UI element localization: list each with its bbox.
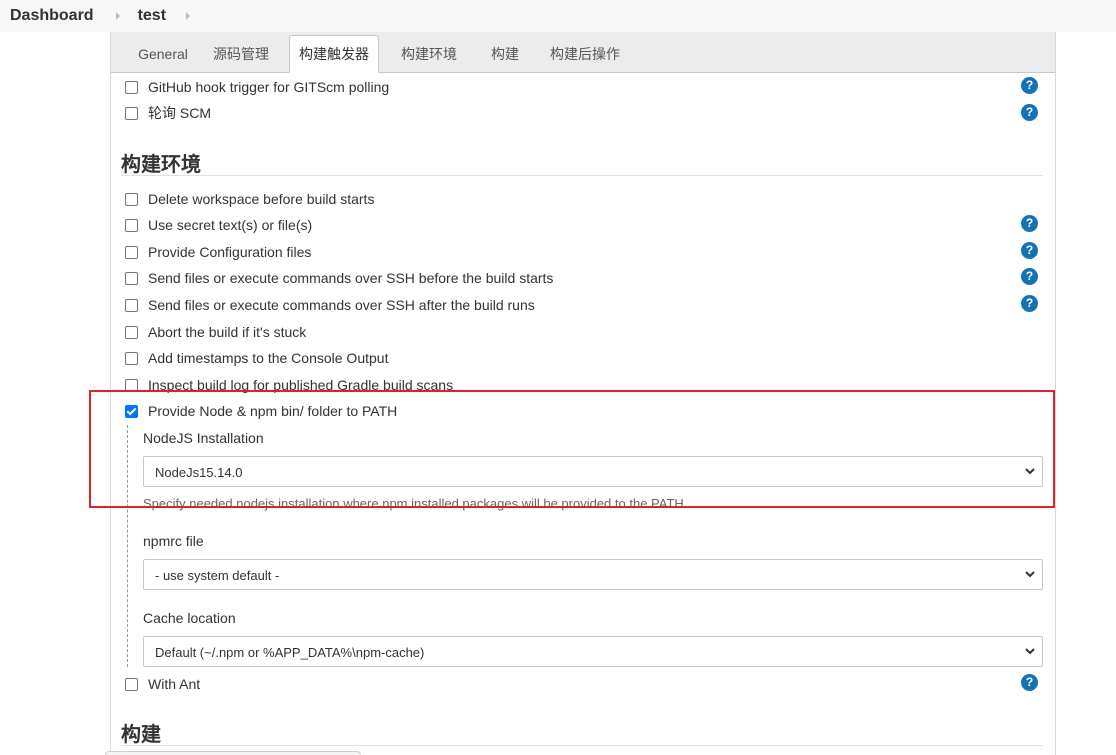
cache-location-select[interactable]: Default (~/.npm or %APP_DATA%\npm-cache) [143,636,1043,667]
option-label: Provide Configuration files [148,244,312,260]
nodejs-installation-label: NodeJS Installation [143,430,264,446]
env-option-with-ant[interactable]: With Ant [125,674,200,694]
env-option-ssh-after[interactable]: Send files or execute commands over SSH … [125,295,535,315]
nodejs-installation-select[interactable]: NodeJs15.14.0 [143,456,1043,487]
section-title-build: 构建 [121,724,161,746]
breadcrumb-separator-icon [115,12,120,20]
breadcrumb-separator-icon [186,12,191,20]
env-option-delete-workspace[interactable]: Delete workspace before build starts [125,189,374,209]
tab-source-control[interactable]: 源码管理 [203,36,279,72]
checkbox[interactable] [125,271,138,285]
section-divider [121,175,1043,176]
npmrc-file-select[interactable]: - use system default - [143,559,1043,590]
chevron-down-icon [1025,571,1035,578]
checkbox-checked[interactable] [125,404,138,418]
option-label: 轮询 SCM [148,105,211,121]
select-value: - use system default - [155,568,280,583]
breadcrumb: Dashboard test [0,0,1116,32]
env-option-timestamps[interactable]: Add timestamps to the Console Output [125,348,388,368]
chevron-down-icon [1025,648,1035,655]
checkbox[interactable] [125,325,138,339]
bottom-button-bar [105,751,361,755]
checkbox[interactable] [125,106,138,120]
select-value: Default (~/.npm or %APP_DATA%\npm-cache) [155,645,425,660]
env-option-secret-text[interactable]: Use secret text(s) or file(s) [125,215,312,235]
npmrc-file-label: npmrc file [143,533,204,549]
checkbox[interactable] [125,378,138,392]
env-option-config-files[interactable]: Provide Configuration files [125,242,311,262]
option-label: Use secret text(s) or file(s) [148,217,313,233]
section-divider [121,745,1043,746]
option-label: Inspect build log for published Gradle b… [148,377,454,393]
trigger-poll-scm[interactable]: 轮询 SCM [125,103,211,123]
option-label: Provide Node & npm bin/ folder to PATH [148,403,398,419]
help-icon[interactable]: ? [1021,77,1038,94]
env-option-abort-stuck[interactable]: Abort the build if it's stuck [125,322,306,342]
help-icon[interactable]: ? [1021,674,1038,691]
tab-build[interactable]: 构建 [475,36,535,72]
breadcrumb-dashboard[interactable]: Dashboard [10,7,94,25]
tab-build-triggers[interactable]: 构建触发器 [289,35,379,73]
trigger-github-hook[interactable]: GitHub hook trigger for GITScm polling [125,77,389,97]
chevron-down-icon [1025,468,1035,475]
option-label: Send files or execute commands over SSH … [148,270,554,286]
option-label: Send files or execute commands over SSH … [148,297,535,313]
cache-location-label: Cache location [143,610,236,626]
env-option-gradle-scans[interactable]: Inspect build log for published Gradle b… [125,375,453,395]
tab-bar: General 源码管理 构建触发器 构建环境 构建 构建后操作 [111,32,1055,73]
option-label: With Ant [148,676,201,692]
checkbox[interactable] [125,80,138,94]
config-panel: General 源码管理 构建触发器 构建环境 构建 构建后操作 GitHub … [110,32,1056,755]
option-label: Add timestamps to the Console Output [148,350,389,366]
help-icon[interactable]: ? [1021,242,1038,259]
env-option-ssh-before[interactable]: Send files or execute commands over SSH … [125,268,553,288]
tab-build-environment[interactable]: 构建环境 [389,36,469,72]
help-icon[interactable]: ? [1021,215,1038,232]
nested-config-guide [127,425,128,667]
checkbox[interactable] [125,298,138,312]
env-option-provide-node[interactable]: Provide Node & npm bin/ folder to PATH [125,401,397,421]
option-label: Delete workspace before build starts [148,191,375,207]
tab-general[interactable]: General [123,36,203,72]
section-title-build-environment: 构建环境 [121,154,201,176]
help-icon[interactable]: ? [1021,295,1038,312]
breadcrumb-job[interactable]: test [138,7,166,25]
help-icon[interactable]: ? [1021,268,1038,285]
checkbox[interactable] [125,192,138,206]
checkbox[interactable] [125,245,138,259]
nodejs-installation-hint: Specify needed nodejs installation where… [143,496,684,511]
help-icon[interactable]: ? [1021,104,1038,121]
checkbox[interactable] [125,677,138,691]
tab-post-build[interactable]: 构建后操作 [541,36,629,72]
select-value: NodeJs15.14.0 [155,465,243,480]
option-label: GitHub hook trigger for GITScm polling [148,79,390,95]
checkbox[interactable] [125,351,138,365]
checkbox[interactable] [125,218,138,232]
option-label: Abort the build if it's stuck [148,324,307,340]
